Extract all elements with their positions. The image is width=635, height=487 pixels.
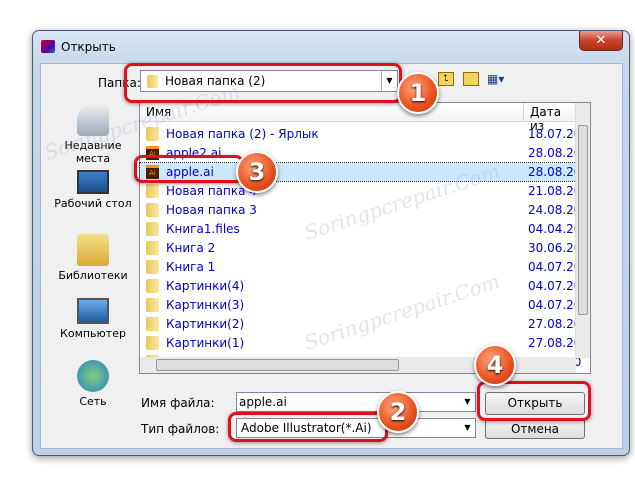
file-name: Книга 2 bbox=[166, 241, 216, 255]
file-row[interactable]: Картинки(3) 04.07.20 bbox=[140, 296, 581, 314]
file-name: Книга1.files bbox=[166, 222, 240, 236]
file-row[interactable]: Книга 1 04.07.20 bbox=[140, 258, 581, 276]
file-date: 04.04.20 bbox=[528, 222, 582, 236]
folder-icon bbox=[146, 222, 159, 236]
sidebar-item-label: Рабочий стол bbox=[54, 197, 132, 210]
file-name: Картинки(3) bbox=[166, 298, 245, 312]
file-row[interactable]: Новая папка 4 21.08.20 bbox=[140, 182, 581, 200]
file-date: 24.08.20 bbox=[528, 203, 582, 217]
column-divider[interactable] bbox=[523, 103, 524, 122]
computer-icon bbox=[77, 298, 109, 324]
file-row[interactable]: Книга 2 30.06.20 bbox=[140, 239, 581, 257]
file-date: 27.08.20 bbox=[528, 336, 582, 350]
file-name: Книга 1 bbox=[166, 260, 216, 274]
filetype-label: Тип файлов: bbox=[141, 422, 220, 436]
new-folder-icon[interactable] bbox=[463, 72, 479, 86]
callout-4: 4 bbox=[474, 344, 516, 386]
file-date: 04.07.20 bbox=[528, 298, 582, 312]
folder-icon bbox=[146, 317, 159, 331]
file-row[interactable]: Новая папка (2) - Ярлык 18.07.20 bbox=[140, 125, 581, 143]
file-date: 28.08.20 bbox=[528, 146, 582, 160]
highlight-open bbox=[477, 381, 591, 421]
scroll-thumb[interactable] bbox=[578, 125, 588, 315]
file-name: Картинки(2) bbox=[166, 317, 245, 331]
folder-icon bbox=[146, 298, 159, 312]
vertical-scrollbar[interactable] bbox=[575, 103, 590, 358]
close-button[interactable]: ✕ bbox=[579, 31, 623, 51]
highlight-filetype bbox=[228, 412, 388, 442]
file-date: 27.08.20 bbox=[528, 317, 582, 331]
filename-label: Имя файла: bbox=[141, 396, 215, 410]
callout-2: 2 bbox=[377, 391, 419, 433]
sidebar-item-desktop[interactable]: Рабочий стол bbox=[53, 170, 133, 210]
file-name: Новая папка 3 bbox=[166, 203, 257, 217]
highlight-file bbox=[134, 155, 244, 183]
app-icon bbox=[41, 40, 55, 53]
sidebar-item-network[interactable]: Сеть bbox=[53, 360, 133, 408]
folder-icon bbox=[146, 279, 159, 293]
folder-icon bbox=[146, 260, 159, 274]
folder-icon bbox=[146, 203, 159, 217]
file-date: 04.07.20 bbox=[528, 260, 582, 274]
sidebar-item-libraries[interactable]: Библиотеки bbox=[53, 234, 133, 282]
file-name: Новая папка (2) - Ярлык bbox=[166, 127, 319, 141]
file-row[interactable]: Картинки(4) 04.07.20 bbox=[140, 277, 581, 295]
network-icon bbox=[77, 360, 109, 392]
file-name: Картинки(4) bbox=[166, 279, 245, 293]
chevron-down-icon[interactable]: ▼ bbox=[460, 393, 475, 411]
sidebar-item-label: Сеть bbox=[79, 395, 107, 408]
callout-1: 1 bbox=[397, 72, 439, 114]
filename-value: apple.ai bbox=[239, 395, 287, 409]
folder-icon bbox=[146, 241, 159, 255]
callout-3: 3 bbox=[236, 151, 278, 193]
file-date: 18.07.20 bbox=[528, 127, 582, 141]
cancel-button[interactable]: Отмена bbox=[485, 418, 585, 439]
scroll-thumb[interactable] bbox=[156, 359, 399, 371]
file-date: 30.06.20 bbox=[528, 241, 582, 255]
folder-icon bbox=[146, 336, 159, 350]
file-date: 28.08.20 bbox=[528, 165, 582, 179]
highlight-folder bbox=[124, 63, 402, 103]
view-menu-icon[interactable]: ▦▾ bbox=[487, 72, 511, 86]
dialog-title: Открыть bbox=[61, 40, 116, 54]
sidebar-item-computer[interactable]: Компьютер bbox=[53, 298, 133, 340]
sidebar-item-label: Компьютер bbox=[60, 327, 126, 340]
up-folder-icon[interactable]: ⮤ bbox=[438, 72, 454, 86]
sidebar-item-label: Библиотеки bbox=[58, 269, 128, 282]
chevron-down-icon[interactable]: ▼ bbox=[460, 419, 475, 437]
folder-icon bbox=[146, 184, 159, 198]
file-date: 04.07.20 bbox=[528, 279, 582, 293]
file-date: 21.08.20 bbox=[528, 184, 582, 198]
file-name: Картинки(1) bbox=[166, 336, 245, 350]
desktop-icon bbox=[77, 170, 109, 194]
filename-input[interactable]: apple.ai ▼ bbox=[236, 392, 476, 412]
libraries-icon bbox=[77, 234, 109, 266]
